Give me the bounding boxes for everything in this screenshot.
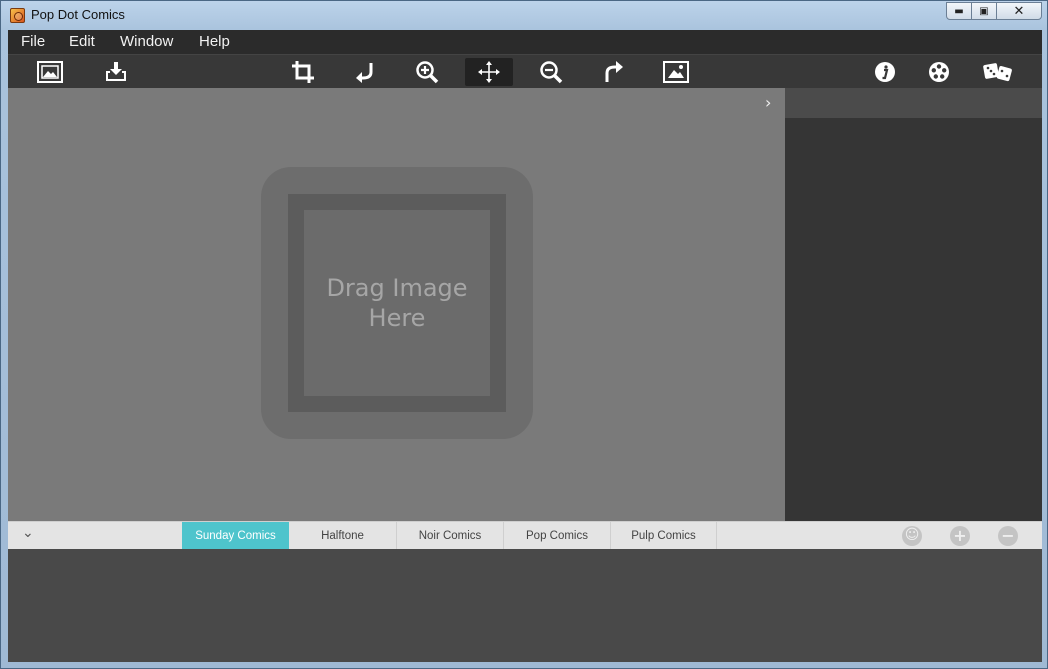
remove-preset-icon[interactable]: − (998, 526, 1018, 546)
menu-bar: File Edit Window Help (8, 30, 1042, 54)
info-button[interactable] (861, 58, 909, 86)
film-reel-icon (929, 62, 949, 82)
tab-noir-comics[interactable]: Noir Comics (397, 522, 504, 549)
preset-thumbnails-panel (8, 549, 1042, 662)
rotate-right-icon (605, 61, 623, 82)
crop-icon (292, 61, 314, 83)
image-icon (37, 61, 63, 83)
rotate-left-icon (356, 63, 373, 83)
minimize-icon: ▬ (954, 5, 964, 17)
picture-frame-icon (663, 61, 689, 83)
tab-pop-comics[interactable]: Pop Comics (504, 522, 611, 549)
maximize-button[interactable]: ▣ (971, 2, 997, 20)
image-drop-zone[interactable]: Drag Image Here (261, 167, 533, 439)
image-canvas[interactable]: Drag Image Here › (8, 88, 785, 521)
favorite-icon[interactable]: ☺ (902, 526, 922, 546)
dice-icon (983, 63, 1012, 82)
tab-pulp-comics[interactable]: Pulp Comics (611, 522, 717, 549)
crop-button[interactable] (279, 58, 327, 86)
download-tray-icon (106, 62, 126, 81)
side-panel (785, 88, 1042, 521)
title-bar[interactable]: Pop Dot Comics ▬ ▣ ✕ (1, 1, 1047, 29)
chevron-right-icon[interactable]: › (765, 93, 771, 112)
zoom-out-icon (540, 61, 563, 84)
app-client-area: File Edit Window Help Drag Image Here › … (8, 30, 1042, 662)
menu-help[interactable]: Help (199, 30, 230, 50)
add-preset-icon[interactable]: + (950, 526, 970, 546)
drop-zone-inner: Drag Image Here (304, 210, 490, 396)
drop-zone-frame: Drag Image Here (288, 194, 506, 412)
zoom-out-button[interactable] (527, 58, 575, 86)
drop-zone-label: Drag Image Here (326, 274, 468, 332)
fit-image-button[interactable] (652, 58, 700, 86)
close-button[interactable]: ✕ (996, 2, 1042, 20)
window-controls: ▬ ▣ ✕ (946, 2, 1042, 20)
app-window: Pop Dot Comics ▬ ▣ ✕ File Edit Window He… (0, 0, 1048, 669)
window-title: Pop Dot Comics (31, 7, 125, 22)
toolbar (8, 54, 1042, 88)
chevron-down-icon[interactable]: ⌄ (22, 525, 34, 541)
move-arrows-icon (478, 61, 500, 83)
open-image-button[interactable] (26, 58, 74, 86)
side-panel-header (785, 88, 1042, 118)
menu-window[interactable]: Window (120, 30, 173, 50)
save-export-button[interactable] (92, 58, 140, 86)
zoom-in-button[interactable] (403, 58, 451, 86)
minimize-button[interactable]: ▬ (946, 2, 972, 20)
menu-file[interactable]: File (21, 30, 45, 50)
menu-edit[interactable]: Edit (69, 30, 95, 50)
tab-halftone[interactable]: Halftone (289, 522, 397, 549)
tab-sunday-comics[interactable]: Sunday Comics (182, 522, 289, 549)
preset-tab-bar: ⌄ Sunday Comics Halftone Noir Comics Pop… (8, 521, 1042, 549)
zoom-in-icon (416, 61, 439, 84)
pan-move-button[interactable] (465, 58, 513, 86)
app-icon (10, 8, 25, 23)
rotate-right-button[interactable] (589, 58, 637, 86)
close-icon: ✕ (1013, 3, 1025, 19)
randomize-button[interactable] (974, 58, 1022, 86)
maximize-icon: ▣ (979, 5, 989, 17)
info-icon (875, 62, 895, 82)
settings-button[interactable] (915, 58, 963, 86)
rotate-left-button[interactable] (341, 58, 389, 86)
